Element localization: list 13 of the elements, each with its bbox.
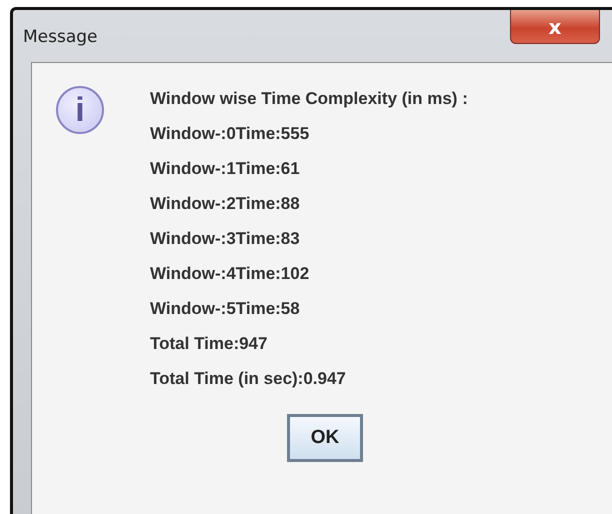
close-button[interactable]: x bbox=[510, 10, 600, 44]
message-line: Window-:4Time:102 bbox=[150, 264, 310, 285]
message-line: Window wise Time Complexity (in ms) : bbox=[150, 89, 468, 110]
ok-button[interactable]: OK bbox=[287, 414, 363, 462]
message-line: Window-:2Time:88 bbox=[150, 194, 301, 215]
message-line: Window-:1Time:61 bbox=[150, 159, 301, 180]
window-title: Message bbox=[23, 27, 98, 47]
message-line: Window-:3Time:83 bbox=[150, 229, 301, 250]
message-line: Window-:0Time:555 bbox=[150, 124, 310, 145]
info-icon: i bbox=[56, 86, 104, 134]
message-line: Total Time:947 bbox=[150, 334, 268, 355]
message-line: Total Time (in sec):0.947 bbox=[150, 369, 347, 390]
message-line: Window-:5Time:58 bbox=[150, 299, 301, 320]
